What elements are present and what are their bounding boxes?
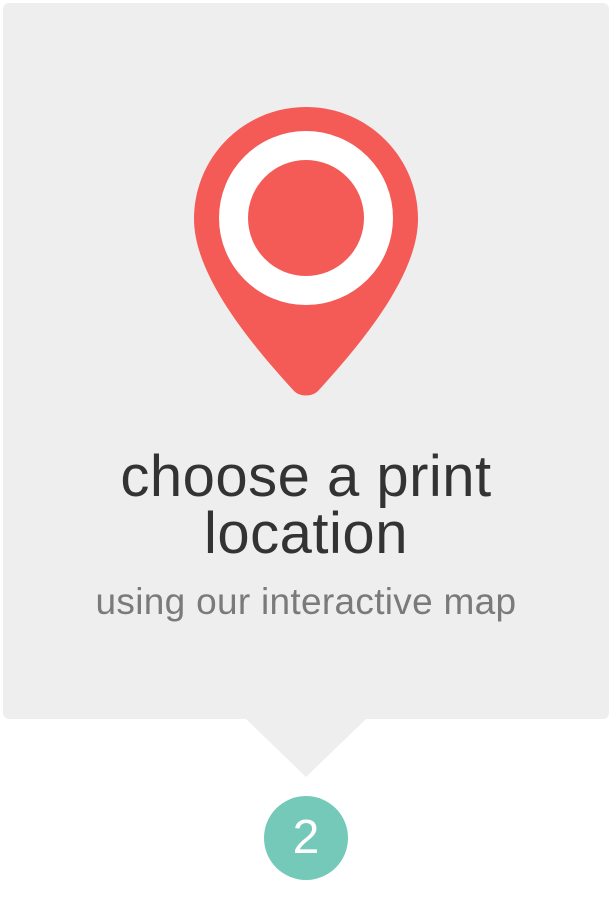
step-number-badge: 2 bbox=[264, 796, 348, 880]
step-title: choose a print location bbox=[0, 444, 612, 566]
map-pin-dot bbox=[248, 160, 364, 276]
step-subtitle: using our interactive map bbox=[95, 581, 517, 622]
step-title-line2: location bbox=[204, 501, 408, 566]
card-pointer bbox=[246, 719, 366, 777]
map-pin-icon bbox=[194, 107, 418, 396]
step-title-line1: choose a print bbox=[120, 444, 492, 509]
